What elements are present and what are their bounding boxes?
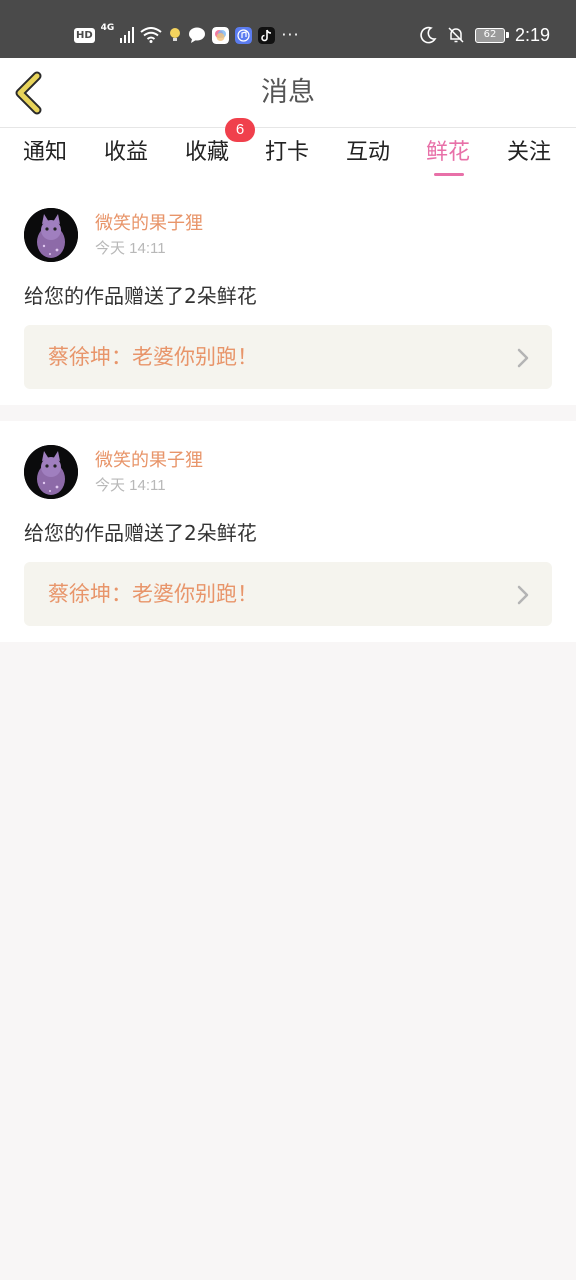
work-title: 蔡徐坤：老婆你别跑！: [48, 582, 258, 606]
timestamp: 今天 14:11: [95, 477, 166, 494]
clock: 2:19: [514, 25, 550, 45]
notification-message: 给您的作品赠送了2朵鲜花: [24, 521, 257, 545]
bell-off-icon: [448, 27, 464, 43]
signal-icon: [120, 27, 135, 43]
work-link[interactable]: 蔡徐坤：老婆你别跑！: [24, 562, 552, 626]
work-title: 蔡徐坤：老婆你别跑！: [48, 345, 258, 369]
active-tab-indicator: [434, 173, 464, 176]
cat-avatar-image: [24, 208, 78, 262]
avatar[interactable]: [24, 208, 78, 262]
more-notifications-icon: ···: [281, 25, 300, 44]
header-bar: 消息: [0, 58, 576, 128]
status-right-icons: 62 2:19: [419, 22, 550, 48]
chevron-right-icon: [517, 348, 529, 368]
tab-earnings[interactable]: 收益: [104, 138, 148, 168]
sender-name[interactable]: 微笑的果子狸: [95, 212, 203, 236]
network-label: 4G: [100, 23, 115, 33]
cat-avatar-image: [24, 445, 78, 499]
bulb-icon: [170, 28, 181, 41]
notification-card: 微笑的果子狸 今天 14:11 给您的作品赠送了2朵鲜花 蔡徐坤：老婆你别跑！: [0, 421, 576, 642]
work-link[interactable]: 蔡徐坤：老婆你别跑！: [24, 325, 552, 389]
battery-icon: 62: [474, 27, 509, 43]
tab-follow[interactable]: 关注: [507, 138, 551, 168]
photos-icon: [212, 26, 230, 44]
avatar[interactable]: [24, 445, 78, 499]
sender-name[interactable]: 微笑的果子狸: [95, 449, 203, 473]
tab-favorites-badge: 6: [225, 118, 255, 142]
timestamp: 今天 14:11: [95, 240, 166, 257]
tab-favorites[interactable]: 收藏: [185, 138, 229, 168]
chat-icon: [189, 27, 206, 43]
tab-notifications[interactable]: 通知: [23, 138, 67, 168]
status-bar: HD 4G ··· 62 2:19: [0, 0, 576, 58]
tab-bar: 通知 收益 收藏 打卡 互动 鲜花 关注: [0, 128, 576, 184]
tab-flowers[interactable]: 鲜花: [426, 138, 470, 168]
music-icon: [235, 26, 253, 44]
status-left-icons: HD 4G ···: [74, 22, 300, 48]
moon-icon: [420, 26, 437, 44]
notification-card: 微笑的果子狸 今天 14:11 给您的作品赠送了2朵鲜花 蔡徐坤：老婆你别跑！: [0, 184, 576, 405]
page-title: 消息: [261, 77, 315, 108]
tab-checkin[interactable]: 打卡: [265, 138, 309, 168]
tiktok-icon: [258, 26, 276, 44]
chevron-right-icon: [517, 585, 529, 605]
hd-badge: HD: [74, 27, 95, 43]
wifi-icon: [140, 27, 162, 43]
tab-interaction[interactable]: 互动: [346, 138, 390, 168]
notification-message: 给您的作品赠送了2朵鲜花: [24, 284, 257, 308]
